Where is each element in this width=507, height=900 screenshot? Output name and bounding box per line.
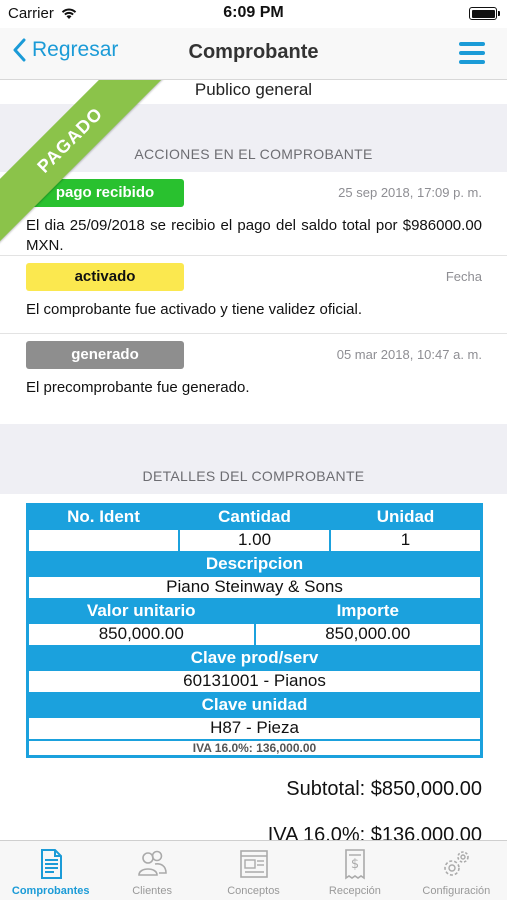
hamburger-icon-bar [459,42,485,46]
header-valor-unitario: Valor unitario [28,599,255,623]
client-name: Publico general [194,80,313,99]
table-row: Descripcion [28,552,481,576]
header-clave-unidad: Clave unidad [28,693,481,717]
actions-section-title: ACCIONES EN EL COMPROBANTE [134,146,373,162]
action-item[interactable]: pago recibido 25 sep 2018, 17:09 p. m. E… [0,172,507,256]
tab-label: Configuración [422,885,491,897]
tab-label: Recepción [328,885,381,897]
header-unidad: Unidad [330,505,481,529]
table-row: H87 - Pieza [28,716,481,740]
header-importe: Importe [254,599,481,623]
document-icon [40,849,62,879]
action-description: El precomprobante fue generado. [26,379,250,396]
svg-text:$: $ [351,857,359,872]
table-row: Clave prod/serv [28,646,481,670]
tab-conceptos[interactable]: Conceptos [203,841,304,900]
action-date: Fecha [445,269,482,284]
hamburger-icon-bar [459,60,485,64]
receipt-content[interactable]: Publico general ACCIONES EN EL COMPROBAN… [0,80,507,840]
hamburger-icon-bar [459,51,485,55]
page-title: Comprobante [188,41,319,63]
table-row: IVA 16.0%: 136,000.00 [28,740,481,756]
people-icon [138,850,167,876]
clock: 6:09 PM [223,4,284,21]
catalog-icon [239,850,268,878]
value-unidad: 1 [330,528,481,552]
value-cantidad: 1.00 [179,528,330,552]
navigation-bar: Regresar Comprobante [0,28,507,80]
receipt-icon: $ [345,849,365,880]
subtotal: Subtotal: $850,000.00 [286,778,482,800]
tab-configuracion[interactable]: Configuración [406,841,507,900]
header-cantidad: Cantidad [179,505,330,529]
gears-icon [444,851,470,876]
table-row: 1.00 1 [28,528,481,552]
tab-comprobantes[interactable]: Comprobantes [0,841,101,900]
value-valor-unitario: 850,000.00 [28,622,255,646]
table-row: No. Ident Cantidad Unidad [28,505,481,529]
header-no-ident: No. Ident [28,505,179,529]
detail-table: No. Ident Cantidad Unidad 1.00 1 Descrip… [26,503,483,758]
value-iva: IVA 16.0%: 136,000.00 [28,740,481,756]
tab-bar: Comprobantes Clientes Conceptos $ Recepc… [0,840,507,900]
action-item[interactable]: generado 05 mar 2018, 10:47 a. m. El pre… [0,334,507,424]
status-badge: generado [26,341,184,369]
table-row: 60131001 - Pianos [28,669,481,693]
actions-section-header: ACCIONES EN EL COMPROBANTE [0,104,507,172]
action-date: 05 mar 2018, 10:47 a. m. [336,347,482,362]
details-section-title: DETALLES DEL COMPROBANTE [142,468,365,484]
iva-total: IVA 16.0%: $136,000.00 [267,824,482,840]
action-date: 25 sep 2018, 17:09 p. m. [338,185,482,200]
tab-label: Clientes [132,885,172,897]
header-descripcion: Descripcion [28,552,481,576]
value-no-ident [28,528,179,552]
value-descripcion: Piano Steinway & Sons [28,575,481,599]
header-clave-prod: Clave prod/serv [28,646,481,670]
tab-label: Comprobantes [11,885,90,897]
battery-icon [469,7,500,20]
status-badge: pago recibido [26,179,184,207]
table-row: Clave unidad [28,693,481,717]
tab-recepcion[interactable]: $ Recepción [304,841,405,900]
value-clave-prod: 60131001 - Pianos [28,669,481,693]
table-row: Valor unitario Importe [28,599,481,623]
tab-clientes[interactable]: Clientes [101,841,202,900]
status-badge: activado [26,263,184,291]
action-item[interactable]: activado Fecha El comprobante fue activa… [0,256,507,334]
menu-button[interactable] [459,42,485,64]
table-row: Piano Steinway & Sons [28,575,481,599]
status-bar: Carrier 6:09 PM [0,0,507,28]
details-section-header: DETALLES DEL COMPROBANTE [0,424,507,494]
value-clave-unidad: H87 - Pieza [28,716,481,740]
action-description: El dia 25/09/2018 se recibio el pago del… [26,217,482,254]
table-row: 850,000.00 850,000.00 [28,622,481,646]
action-description: El comprobante fue activado y tiene vali… [26,301,363,318]
value-importe: 850,000.00 [254,622,481,646]
tab-label: Conceptos [227,885,280,897]
